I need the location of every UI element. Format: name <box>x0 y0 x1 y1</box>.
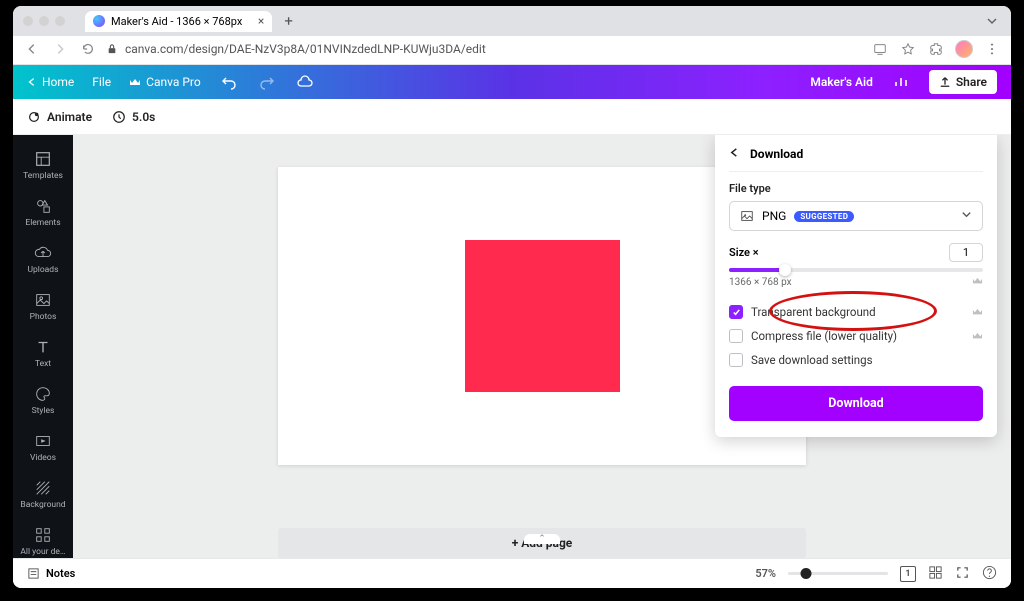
page-count-badge[interactable]: 1 <box>900 566 916 582</box>
nav-reload-icon[interactable] <box>79 40 97 58</box>
duration-button[interactable]: 5.0s <box>112 110 155 124</box>
transparent-bg-option[interactable]: Transparent background <box>729 300 983 324</box>
size-label: Size × <box>729 246 759 259</box>
nav-forward-icon <box>51 40 69 58</box>
zoom-value[interactable]: 57% <box>755 567 776 580</box>
help-icon[interactable] <box>982 565 997 583</box>
download-title: Download <box>750 147 803 161</box>
home-label: Home <box>42 75 74 89</box>
sidebar-text[interactable]: Text <box>13 331 73 376</box>
lock-icon <box>107 44 117 54</box>
file-menu[interactable]: File <box>92 75 111 89</box>
file-type-label: File type <box>729 182 983 195</box>
nav-back-icon[interactable] <box>23 40 41 58</box>
send-tab-icon[interactable] <box>871 40 889 58</box>
sidebar-more[interactable]: All your de… <box>13 519 73 558</box>
canva-favicon <box>93 15 105 27</box>
compress-option[interactable]: Compress file (lower quality) <box>729 324 983 348</box>
checkbox-icon <box>729 353 743 367</box>
download-button[interactable]: Download <box>729 386 983 421</box>
dimensions-text: 1366 × 768 px <box>729 276 983 288</box>
size-slider[interactable] <box>729 268 983 272</box>
insights-icon[interactable] <box>891 72 911 92</box>
crown-icon <box>972 276 983 288</box>
chevron-down-icon <box>961 209 972 223</box>
tab-title: Maker's Aid - 1366 × 768px <box>111 15 242 28</box>
close-tab-icon[interactable]: × <box>258 14 264 28</box>
grid-view-icon[interactable] <box>928 565 943 583</box>
checkbox-checked-icon <box>729 305 743 319</box>
sidebar-templates[interactable]: Templates <box>13 143 73 188</box>
red-square-element[interactable] <box>465 240 620 392</box>
file-type-select[interactable]: PNG SUGGESTED <box>729 201 983 231</box>
project-name[interactable]: Maker's Aid <box>810 75 873 89</box>
undo-icon[interactable] <box>219 72 239 92</box>
sidebar-styles[interactable]: Styles <box>13 378 73 423</box>
tabs-overflow-icon[interactable] <box>983 12 1001 30</box>
browser-tabbar: Maker's Aid - 1366 × 768px × + <box>13 6 1011 36</box>
sidebar-background[interactable]: Background <box>13 472 73 517</box>
sidebar-uploads[interactable]: Uploads <box>13 237 73 282</box>
file-type-value: PNG <box>762 209 786 223</box>
clock-icon <box>112 110 126 124</box>
zoom-slider[interactable] <box>788 572 888 575</box>
crown-icon <box>129 76 141 88</box>
suggested-badge: SUGGESTED <box>794 211 854 222</box>
browser-urlbar: canva.com/design/DAE-NzV3p8A/01NVINzdedL… <box>13 36 1011 65</box>
share-button[interactable]: Share <box>929 70 997 94</box>
url-text: canva.com/design/DAE-NzV3p8A/01NVINzdedL… <box>125 42 486 56</box>
sidebar-videos[interactable]: Videos <box>13 425 73 470</box>
url-field[interactable]: canva.com/design/DAE-NzV3p8A/01NVINzdedL… <box>107 42 861 56</box>
app-header: Home File Canva Pro Maker's Aid Share <box>13 65 1011 99</box>
image-icon <box>740 209 754 223</box>
save-settings-option[interactable]: Save download settings <box>729 348 983 372</box>
cloud-status-icon <box>295 72 315 92</box>
home-button[interactable]: Home <box>27 75 74 89</box>
browser-extensions <box>871 40 1001 58</box>
crown-icon <box>972 329 983 343</box>
canvas-area: + Add page ⌃ Download File type PNG SUGG… <box>73 135 1011 558</box>
app-window: Maker's Aid - 1366 × 768px × + canva.com… <box>13 6 1011 588</box>
browser-tab[interactable]: Maker's Aid - 1366 × 768px × <box>85 11 272 32</box>
profile-avatar[interactable] <box>955 40 973 58</box>
pages-drawer-handle[interactable]: ⌃ <box>524 534 560 544</box>
secondary-toolbar: Animate 5.0s <box>13 99 1011 135</box>
canva-pro-button[interactable]: Canva Pro <box>129 75 201 89</box>
extensions-icon[interactable] <box>927 40 945 58</box>
bottom-bar: Notes 57% 1 <box>13 558 1011 588</box>
window-controls[interactable] <box>23 16 65 26</box>
sidebar-photos[interactable]: Photos <box>13 284 73 329</box>
notes-icon <box>27 567 40 580</box>
browser-chrome: Maker's Aid - 1366 × 768px × + canva.com… <box>13 6 1011 65</box>
redo-icon[interactable] <box>257 72 277 92</box>
download-panel: Download File type PNG SUGGESTED Size × … <box>715 135 997 437</box>
animate-icon <box>27 110 41 124</box>
size-input[interactable] <box>949 243 983 262</box>
notes-toggle[interactable]: Notes <box>27 567 75 580</box>
animate-button[interactable]: Animate <box>27 110 92 124</box>
crown-icon <box>972 305 983 319</box>
download-panel-header: Download <box>729 147 983 172</box>
back-icon[interactable] <box>729 147 740 161</box>
size-row: Size × <box>729 243 983 262</box>
browser-menu-icon[interactable] <box>983 40 1001 58</box>
sidebar-elements[interactable]: Elements <box>13 190 73 235</box>
upload-icon <box>939 76 951 88</box>
star-bookmark-icon[interactable] <box>899 40 917 58</box>
left-sidebar: Templates Elements Uploads Photos Text S… <box>13 135 73 558</box>
checkbox-icon <box>729 329 743 343</box>
main-area: Templates Elements Uploads Photos Text S… <box>13 135 1011 558</box>
new-tab-button[interactable]: + <box>284 12 293 30</box>
fullscreen-icon[interactable] <box>955 565 970 583</box>
